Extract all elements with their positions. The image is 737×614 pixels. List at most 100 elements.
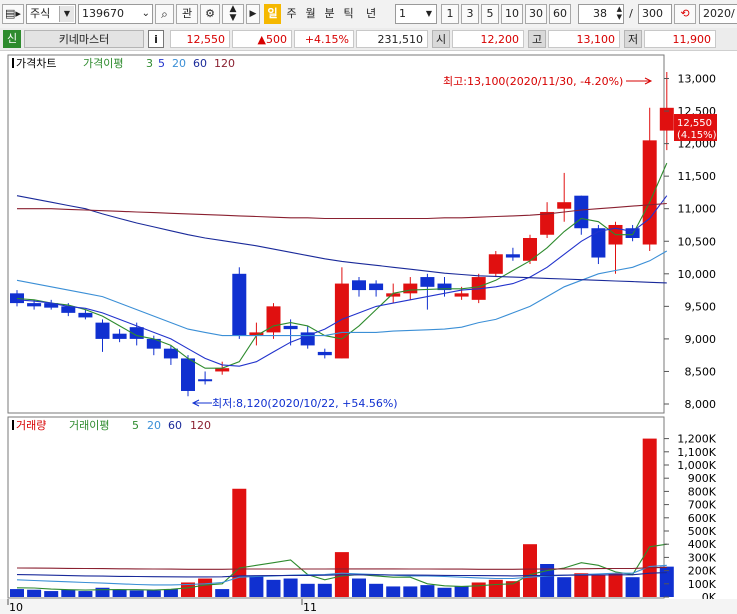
quick-button-10[interactable]: 10 xyxy=(501,4,523,24)
low-annotation: 최저:8,120(2020/10/22, +54.56%) xyxy=(212,397,398,410)
slash-separator: / xyxy=(629,7,633,20)
volume-axis-tick-label: 800K xyxy=(688,485,717,498)
stepper-arrows-icon[interactable]: ▲ ▼ xyxy=(617,5,622,21)
volume-bar xyxy=(574,573,589,597)
legend-ma60: 60 xyxy=(193,57,207,70)
volume-bar xyxy=(317,583,332,597)
price-axis-tick-label: 13,000 xyxy=(678,73,717,86)
period-tab-day[interactable]: 일 xyxy=(264,4,281,24)
volume-bar xyxy=(523,544,537,597)
quick-button-60[interactable]: 60 xyxy=(549,4,571,24)
legend-ma20: 20 xyxy=(172,57,186,70)
volume-bar xyxy=(488,579,503,597)
reset-icon[interactable]: ⟲ xyxy=(674,4,696,24)
volume-bar xyxy=(403,586,418,597)
volume-axis-tick-label: 400K xyxy=(688,538,717,551)
volume-bar xyxy=(625,577,640,597)
price-axis-tick-label: 11,500 xyxy=(678,170,717,183)
menu-toggle-icon[interactable]: ▤▸ xyxy=(2,4,24,24)
volume-bar xyxy=(591,574,606,597)
watch-button[interactable]: 관 xyxy=(176,4,198,24)
stock-info-button[interactable]: i xyxy=(148,30,164,48)
volume-bar xyxy=(232,488,247,597)
volume-legend-title: 거래량 xyxy=(16,419,46,432)
current-price-value: 12,550 xyxy=(677,118,712,129)
candle-body xyxy=(642,140,657,245)
open-label: 시 xyxy=(432,30,450,48)
x-tick-label-nov: 11 xyxy=(303,601,317,614)
chevron-down-icon[interactable]: ▼ xyxy=(423,6,435,22)
low-price: 11,900 xyxy=(644,30,716,48)
x-axis xyxy=(0,599,737,614)
candle-body xyxy=(625,228,640,238)
candle-body xyxy=(557,202,572,209)
price-legend-ma-title: 가격이평 xyxy=(83,57,123,70)
quick-button-3[interactable]: 3 xyxy=(461,4,479,24)
price-change: ▲500 xyxy=(232,30,292,48)
volume-bar xyxy=(266,579,281,597)
candle-body xyxy=(352,280,366,291)
stock-stepper[interactable]: ▲ ▼ xyxy=(222,4,244,24)
market-select-value: 주식 xyxy=(30,7,51,20)
current-price-label: 12,550 (4.15%) xyxy=(674,114,717,141)
period-tab-year[interactable]: 년 xyxy=(359,4,383,24)
open-price: 12,200 xyxy=(452,30,524,48)
settings-gear-icon[interactable]: ⚙ xyxy=(200,4,220,24)
volume-axis-tick-label: 1,000K xyxy=(677,459,716,472)
quick-button-5[interactable]: 5 xyxy=(481,4,499,24)
price-axis-tick-label: 9,000 xyxy=(685,333,717,346)
chevron-down-icon[interactable]: ▼ xyxy=(59,6,74,22)
volume-bar xyxy=(215,589,230,597)
period-tab-week[interactable]: 주 xyxy=(283,4,300,24)
stock-chart[interactable]: 13,00012,50012,00011,50011,00010,50010,0… xyxy=(0,52,737,614)
candle-body xyxy=(317,351,332,356)
volume-bar xyxy=(437,587,452,597)
legend-ma5: 5 xyxy=(158,57,165,70)
market-select[interactable]: 주식 ▼ xyxy=(26,4,76,24)
candle-body xyxy=(95,322,110,339)
volume-axis-tick-label: 1,200K xyxy=(677,433,716,446)
vol-legend-ma20: 20 xyxy=(147,419,161,432)
stock-code-value: 139670 xyxy=(82,7,124,20)
volume-bar xyxy=(249,575,264,597)
current-price-rate: (4.15%) xyxy=(677,130,717,141)
candle-body xyxy=(198,379,213,382)
bars-visible-value: 38 xyxy=(593,7,607,20)
volume-bar xyxy=(283,578,298,597)
quick-button-30[interactable]: 30 xyxy=(525,4,547,24)
high-price: 13,100 xyxy=(548,30,620,48)
bars-total-input[interactable]: 300 xyxy=(638,4,672,24)
volume-bar xyxy=(198,578,213,597)
legend-ma120: 120 xyxy=(214,57,235,70)
volume-bar xyxy=(129,590,144,597)
trade-volume: 231,510 xyxy=(356,30,428,48)
volume-bar xyxy=(659,566,674,597)
candle-body xyxy=(403,283,418,294)
candle-body xyxy=(283,325,298,330)
bars-visible-stepper[interactable]: 38 ▲ ▼ xyxy=(578,4,624,24)
period-count-select[interactable]: 1 ▼ xyxy=(395,4,437,24)
stock-code-input[interactable]: 139670 ⌄ xyxy=(78,4,153,24)
price-axis-tick-label: 11,000 xyxy=(678,203,717,216)
volume-bar xyxy=(27,589,42,597)
chevron-down-icon[interactable]: ⌄ xyxy=(142,5,150,23)
stock-name: 키네마스터 xyxy=(24,30,144,48)
volume-axis-tick-label: 100K xyxy=(688,578,717,591)
period-tab-tick[interactable]: 틱 xyxy=(340,4,357,24)
price-axis-tick-label: 10,500 xyxy=(678,235,717,248)
volume-axis-tick-label: 600K xyxy=(688,512,717,525)
next-arrow-icon[interactable]: ▶ xyxy=(246,4,260,24)
volume-bar xyxy=(420,585,435,597)
quick-button-1[interactable]: 1 xyxy=(441,4,459,24)
period-tab-month[interactable]: 월 xyxy=(302,4,319,24)
change-rate: +4.15% xyxy=(294,30,354,48)
candle-body xyxy=(540,211,555,235)
volume-bar xyxy=(471,582,486,597)
date-input[interactable]: 2020/ xyxy=(699,4,737,24)
vol-legend-ma5: 5 xyxy=(132,419,139,432)
price-legend-title: 가격차트 xyxy=(16,57,56,70)
price-panel[interactable] xyxy=(7,54,665,414)
candle-body xyxy=(334,283,349,359)
period-tab-minute[interactable]: 분 xyxy=(321,4,338,24)
search-icon[interactable]: ⌕ xyxy=(155,4,174,24)
